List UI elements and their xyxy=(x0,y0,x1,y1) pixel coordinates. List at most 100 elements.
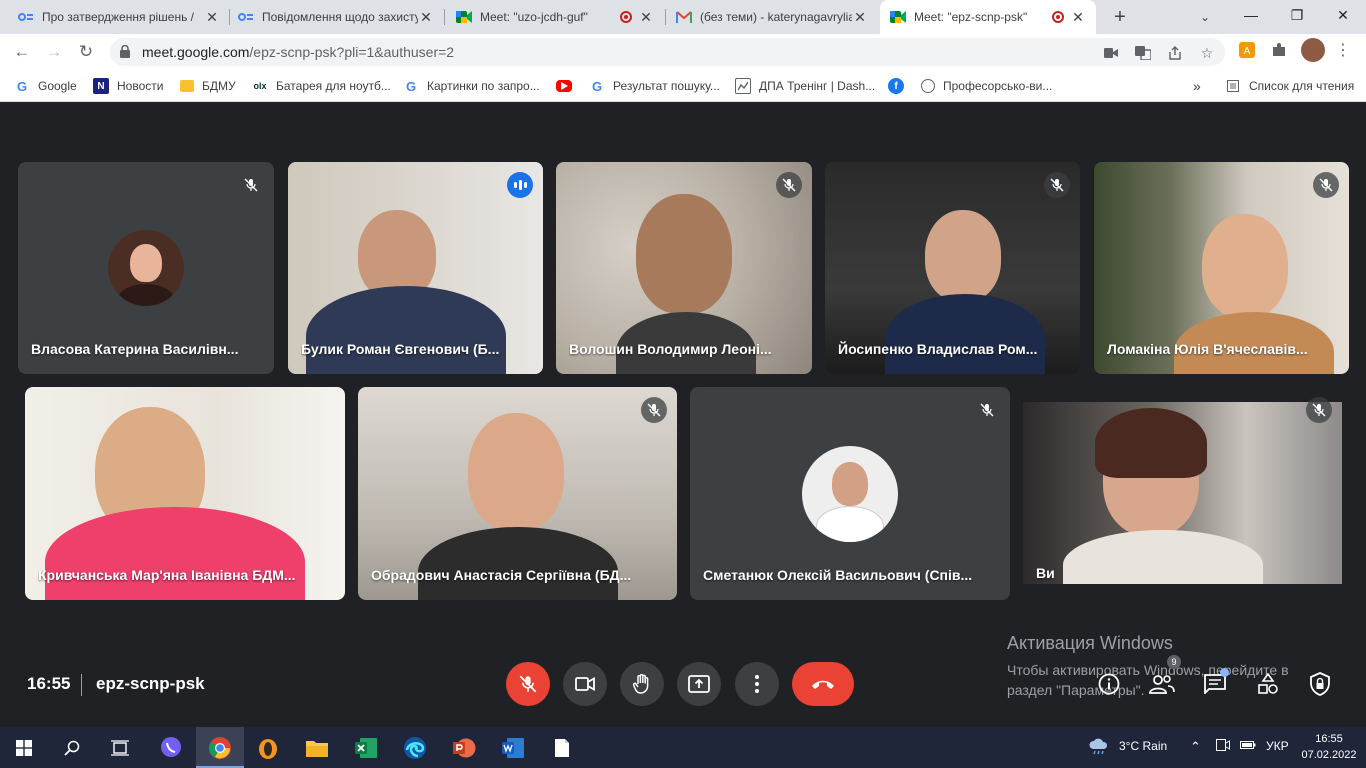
tab-search-chevron-icon[interactable]: ⌄ xyxy=(1195,5,1215,29)
task-view-icon[interactable] xyxy=(96,727,144,768)
show-hidden-icons-chevron-icon[interactable]: ⌃ xyxy=(1190,739,1201,755)
fl-studio-icon[interactable] xyxy=(244,727,292,768)
search-icon[interactable] xyxy=(48,727,96,768)
meet-icon xyxy=(890,9,906,25)
extension-orange-icon[interactable]: A xyxy=(1237,40,1257,60)
news-icon: N xyxy=(93,78,109,94)
profile-avatar[interactable] xyxy=(1301,38,1325,62)
bookmark-olx[interactable]: olx Батарея для ноутб... xyxy=(252,77,391,95)
google-icon: G xyxy=(405,78,417,94)
meet-tray-icon[interactable] xyxy=(1216,739,1230,754)
close-tab-icon[interactable]: ✕ xyxy=(638,9,654,26)
tab-4[interactable]: (без теми) - katerynagavrylia ✕ xyxy=(666,0,878,34)
new-tab-button[interactable]: + xyxy=(1108,5,1132,29)
minimize-button[interactable]: — xyxy=(1228,0,1274,32)
weather-text[interactable]: 3°C Rain xyxy=(1119,739,1167,753)
host-controls-lock-icon[interactable] xyxy=(1305,669,1335,699)
raise-hand-button[interactable] xyxy=(620,662,664,706)
reload-icon[interactable]: ↻ xyxy=(74,40,98,64)
keyboard-language[interactable]: УКР xyxy=(1266,739,1289,753)
bookmark-search-result[interactable]: G Результат пошуку... xyxy=(589,77,720,95)
tab-1[interactable]: Про затвердження рішень / ✕ xyxy=(8,0,230,34)
share-icon[interactable] xyxy=(1166,44,1184,62)
tab-5-active[interactable]: Meet: "epz-scnp-psk" ✕ xyxy=(880,0,1096,34)
participant-tile-self[interactable]: Ви xyxy=(1023,387,1342,600)
participant-tile-8[interactable]: Сметанюк Олексій Васильович (Спів... xyxy=(690,387,1010,600)
camera-in-use-icon[interactable] xyxy=(1102,44,1120,62)
participant-tile-3[interactable]: Волошин Володимир Леоні... xyxy=(556,162,812,374)
recording-icon xyxy=(1052,11,1064,23)
chrome-icon[interactable] xyxy=(196,727,244,768)
participant-name: Волошин Володимир Леоні... xyxy=(569,341,772,357)
activities-icon[interactable] xyxy=(1253,669,1283,699)
mic-off-icon xyxy=(776,172,802,198)
participant-tile-5[interactable]: Ломакіна Юлія В'ячеславів... xyxy=(1094,162,1349,374)
forward-arrow-icon[interactable]: → xyxy=(42,40,66,64)
reading-list-button[interactable]: Список для чтения xyxy=(1225,77,1354,95)
bookmark-professors[interactable]: Професорсько-ви... xyxy=(921,77,1052,95)
close-tab-icon[interactable]: ✕ xyxy=(1070,9,1086,26)
participant-tile-6[interactable]: Кривчанська Мар'яна Іванівна БДМ... xyxy=(25,387,345,600)
back-arrow-icon[interactable]: ← xyxy=(10,40,34,64)
weather-icon[interactable] xyxy=(1088,737,1110,758)
powerpoint-icon[interactable] xyxy=(440,727,488,768)
file-explorer-icon[interactable] xyxy=(293,727,341,768)
participant-tile-2[interactable]: Булик Роман Євгенович (Б... xyxy=(288,162,543,374)
bookmark-google[interactable]: G Google xyxy=(14,77,77,95)
avatar xyxy=(802,446,898,542)
bookmark-youtube[interactable] xyxy=(556,77,580,95)
restore-button[interactable]: ❐ xyxy=(1274,0,1320,32)
battery-icon[interactable] xyxy=(1240,739,1256,754)
taskbar-clock[interactable]: 16:55 07.02.2022 xyxy=(1296,731,1362,763)
close-tab-icon[interactable]: ✕ xyxy=(852,9,868,26)
dashboard-icon xyxy=(735,78,751,94)
document-icon[interactable] xyxy=(538,727,586,768)
present-screen-button[interactable] xyxy=(677,662,721,706)
bookmark-news[interactable]: N Новости xyxy=(93,77,163,95)
participant-tile-1[interactable]: Власова Катерина Василівн... xyxy=(18,162,274,374)
toggle-mic-button[interactable] xyxy=(506,662,550,706)
translate-icon[interactable] xyxy=(1134,44,1152,62)
more-bookmarks-chevron-icon[interactable]: » xyxy=(1193,77,1201,95)
bookmark-label: Картинки по запро... xyxy=(427,79,540,93)
edge-icon[interactable] xyxy=(391,727,439,768)
word-icon[interactable] xyxy=(489,727,537,768)
close-window-button[interactable]: ✕ xyxy=(1320,0,1366,32)
reading-list-label: Список для чтения xyxy=(1249,79,1355,93)
participant-tile-4[interactable]: Йосипенко Владислав Ром... xyxy=(825,162,1080,374)
close-tab-icon[interactable]: ✕ xyxy=(204,9,220,26)
meet-stage: Власова Катерина Василівн... Булик Роман… xyxy=(0,103,1366,727)
bookmark-facebook[interactable]: f xyxy=(888,77,912,95)
youtube-icon xyxy=(556,80,572,92)
excel-icon[interactable] xyxy=(342,727,390,768)
taskbar-date: 07.02.2022 xyxy=(1301,749,1357,761)
tab-title: Meet: "uzo-jcdh-guf" xyxy=(480,10,588,24)
participant-head xyxy=(468,413,564,531)
extensions-puzzle-icon[interactable] xyxy=(1269,40,1289,60)
bookmark-dpa[interactable]: ДПА Тренінг | Dash... xyxy=(735,77,875,95)
bookmark-star-icon[interactable]: ☆ xyxy=(1198,44,1216,62)
people-icon[interactable] xyxy=(1147,669,1177,699)
mic-off-icon xyxy=(641,397,667,423)
tab-2[interactable]: Повідомлення щодо захисту ✕ xyxy=(228,0,444,34)
watermark-title: Активация Windows xyxy=(1007,633,1173,653)
more-options-button[interactable] xyxy=(735,662,779,706)
toggle-camera-button[interactable] xyxy=(563,662,607,706)
leave-call-button[interactable] xyxy=(792,662,854,706)
bookmarks-bar: G Google N Новости БДМУ olx Батарея для … xyxy=(0,70,1366,102)
bookmark-images[interactable]: G Картинки по запро... xyxy=(403,77,540,95)
participant-tile-7[interactable]: Обрадович Анастасія Сергіївна (БД... xyxy=(358,387,677,600)
divider xyxy=(81,674,82,696)
more-menu-icon[interactable]: ⋮ xyxy=(1333,40,1353,60)
participant-name: Сметанюк Олексій Васильович (Спів... xyxy=(703,567,973,583)
facebook-icon: f xyxy=(888,78,904,94)
tab-3[interactable]: Meet: "uzo-jcdh-guf" ✕ xyxy=(446,0,664,34)
viber-icon[interactable] xyxy=(147,727,195,768)
close-tab-icon[interactable]: ✕ xyxy=(418,9,434,26)
google-docs-icon xyxy=(238,9,254,25)
address-bar[interactable]: meet.google.com/epz-scnp-psk?pli=1&authu… xyxy=(110,38,1225,66)
meeting-details-info-icon[interactable] xyxy=(1094,669,1124,699)
bookmark-label: Батарея для ноутб... xyxy=(276,79,391,93)
start-windows-icon[interactable] xyxy=(0,727,48,768)
bookmark-bdmu[interactable]: БДМУ xyxy=(180,77,236,95)
